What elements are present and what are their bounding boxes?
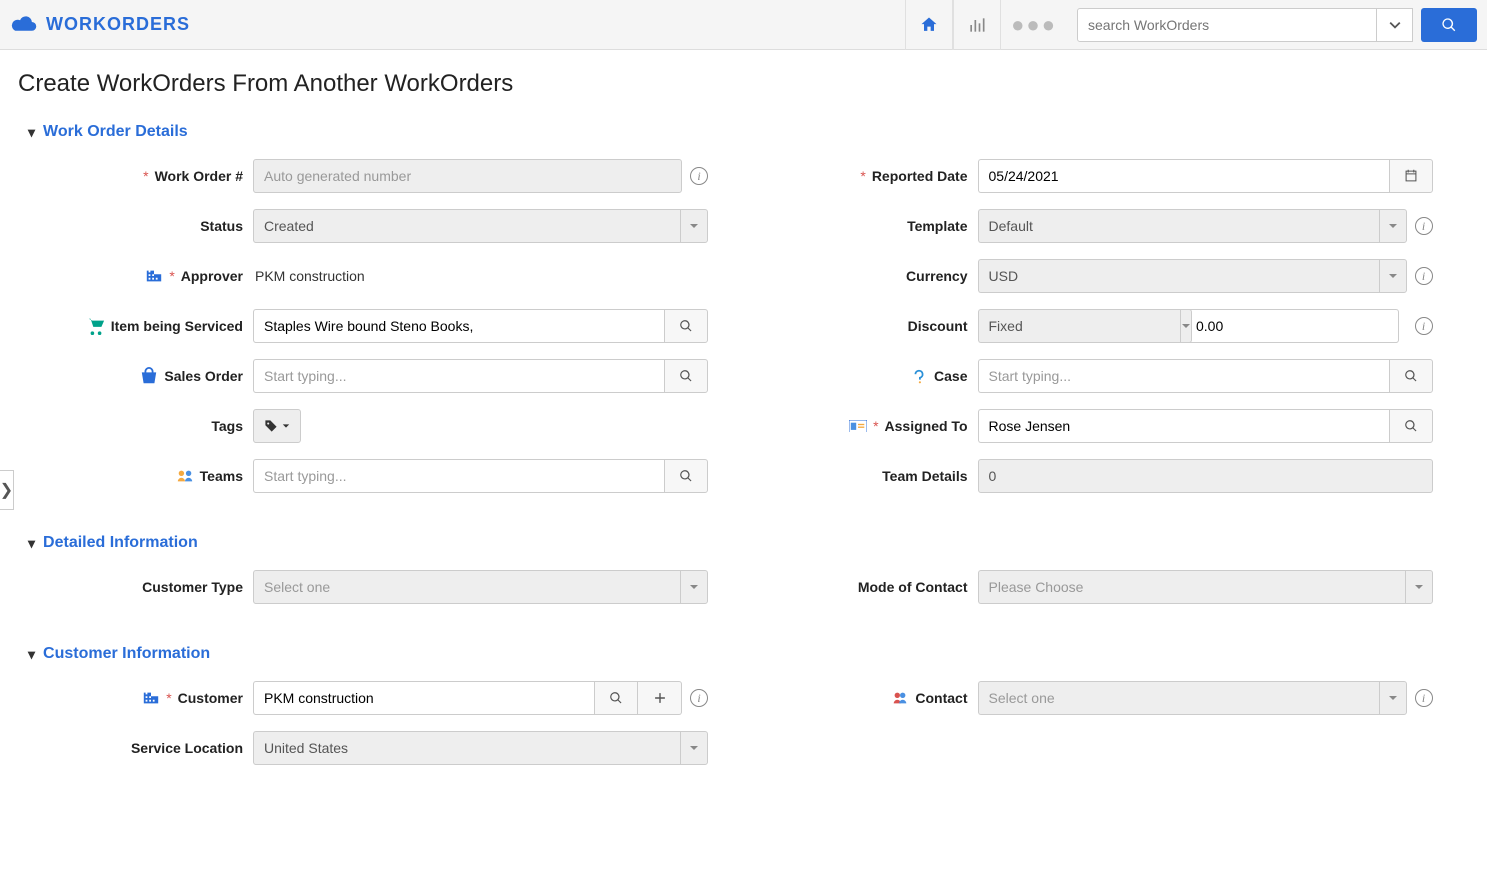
dropdown-caret[interactable] bbox=[680, 731, 708, 765]
status-select[interactable] bbox=[253, 209, 680, 243]
info-icon[interactable]: i bbox=[690, 689, 708, 707]
cloud-icon bbox=[10, 15, 38, 35]
currency-label: Currency bbox=[753, 268, 978, 284]
content: ❯ Create WorkOrders From Another WorkOrd… bbox=[0, 50, 1487, 821]
teams-input[interactable] bbox=[253, 459, 664, 493]
cart-icon bbox=[87, 317, 105, 335]
section-detailed-information[interactable]: ▾ Detailed Information bbox=[28, 534, 1457, 552]
sales-order-input[interactable] bbox=[253, 359, 664, 393]
approver-value: PKM construction bbox=[253, 268, 365, 284]
info-icon[interactable]: i bbox=[1415, 217, 1433, 235]
section-title: Work Order Details bbox=[43, 123, 188, 141]
search-input[interactable] bbox=[1077, 8, 1377, 42]
tags-button[interactable] bbox=[253, 409, 301, 443]
section-title: Detailed Information bbox=[43, 534, 198, 552]
building-icon bbox=[145, 267, 163, 285]
brand: WORKORDERS bbox=[10, 14, 190, 35]
chevron-down-icon: ▾ bbox=[28, 535, 35, 552]
service-location-label: Service Location bbox=[28, 740, 253, 756]
customer-input[interactable] bbox=[253, 681, 594, 715]
topbar: WORKORDERS ●●● bbox=[0, 0, 1487, 50]
lookup-button[interactable] bbox=[594, 681, 638, 715]
dropdown-caret[interactable] bbox=[680, 209, 708, 243]
case-input[interactable] bbox=[978, 359, 1389, 393]
section-customer-information[interactable]: ▾ Customer Information bbox=[28, 645, 1457, 663]
contact-select[interactable] bbox=[978, 681, 1379, 715]
info-icon[interactable]: i bbox=[1415, 317, 1433, 335]
lookup-button[interactable] bbox=[664, 459, 708, 493]
work-order-num-label: *Work Order # bbox=[28, 168, 253, 184]
topbar-actions: ●●● bbox=[905, 0, 1477, 50]
assigned-to-label: *Assigned To bbox=[753, 417, 978, 435]
approver-label: *Approver bbox=[28, 267, 253, 285]
question-icon bbox=[910, 367, 928, 385]
page-title: Create WorkOrders From Another WorkOrder… bbox=[18, 70, 1457, 98]
brand-text: WORKORDERS bbox=[46, 14, 190, 35]
dropdown-caret[interactable] bbox=[1379, 209, 1407, 243]
service-location-select[interactable] bbox=[253, 731, 680, 765]
dropdown-caret[interactable] bbox=[1405, 570, 1433, 604]
dropdown-caret[interactable] bbox=[1180, 309, 1192, 343]
contact-label: Contact bbox=[753, 689, 978, 707]
mode-of-contact-label: Mode of Contact bbox=[753, 579, 978, 595]
discount-type-select[interactable] bbox=[978, 309, 1180, 343]
case-label: Case bbox=[753, 367, 978, 385]
dropdown-caret[interactable] bbox=[1379, 681, 1407, 715]
add-button[interactable] bbox=[638, 681, 682, 715]
section-title: Customer Information bbox=[43, 645, 210, 663]
search-button[interactable] bbox=[1421, 8, 1477, 42]
analytics-button[interactable] bbox=[953, 0, 1001, 50]
tags-label: Tags bbox=[28, 418, 253, 434]
search-dropdown[interactable] bbox=[1377, 8, 1413, 42]
customer-label: *Customer bbox=[28, 689, 253, 707]
assigned-to-input[interactable] bbox=[978, 409, 1389, 443]
building-icon bbox=[142, 689, 160, 707]
sales-order-label: Sales Order bbox=[28, 367, 253, 385]
more-menu[interactable]: ●●● bbox=[1001, 12, 1067, 38]
info-icon[interactable]: i bbox=[1415, 689, 1433, 707]
team-details-input bbox=[978, 459, 1433, 493]
lookup-button[interactable] bbox=[664, 359, 708, 393]
item-serviced-input[interactable] bbox=[253, 309, 664, 343]
chevron-down-icon: ▾ bbox=[28, 646, 35, 663]
dropdown-caret[interactable] bbox=[1379, 259, 1407, 293]
teams-label: Teams bbox=[28, 467, 253, 485]
discount-label: Discount bbox=[753, 318, 978, 334]
reported-date-input[interactable] bbox=[978, 159, 1389, 193]
mode-of-contact-select[interactable] bbox=[978, 570, 1405, 604]
calendar-button[interactable] bbox=[1389, 159, 1433, 193]
chevron-down-icon: ▾ bbox=[28, 124, 35, 141]
template-label: Template bbox=[753, 218, 978, 234]
bag-icon bbox=[140, 367, 158, 385]
lookup-button[interactable] bbox=[664, 309, 708, 343]
template-select[interactable] bbox=[978, 209, 1379, 243]
info-icon[interactable]: i bbox=[690, 167, 708, 185]
search-box bbox=[1077, 8, 1477, 42]
team-icon bbox=[176, 467, 194, 485]
lookup-button[interactable] bbox=[1389, 359, 1433, 393]
team-details-label: Team Details bbox=[753, 468, 978, 484]
customer-type-label: Customer Type bbox=[28, 579, 253, 595]
reported-date-label: *Reported Date bbox=[753, 168, 978, 184]
customer-type-select[interactable] bbox=[253, 570, 680, 604]
work-order-num-input bbox=[253, 159, 682, 193]
home-button[interactable] bbox=[905, 0, 953, 50]
lookup-button[interactable] bbox=[1389, 409, 1433, 443]
side-panel-toggle[interactable]: ❯ bbox=[0, 470, 14, 510]
discount-value-input[interactable] bbox=[1185, 309, 1399, 343]
status-label: Status bbox=[28, 218, 253, 234]
section-work-order-details[interactable]: ▾ Work Order Details bbox=[28, 123, 1457, 141]
currency-select[interactable] bbox=[978, 259, 1379, 293]
info-icon[interactable]: i bbox=[1415, 267, 1433, 285]
dropdown-caret[interactable] bbox=[680, 570, 708, 604]
id-card-icon bbox=[849, 417, 867, 435]
item-serviced-label: Item being Serviced bbox=[28, 317, 253, 335]
people-icon bbox=[891, 689, 909, 707]
